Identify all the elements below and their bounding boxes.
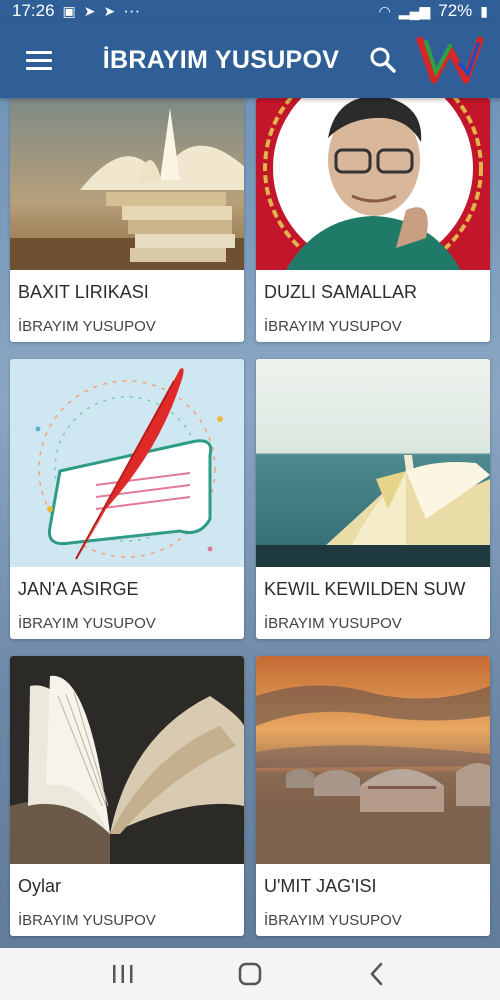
book-author: İBRAYIM YUSUPOV xyxy=(18,615,156,632)
book-card[interactable]: Oylar İBRAYIM YUSUPOV xyxy=(10,656,244,936)
search-button[interactable] xyxy=(358,35,408,85)
book-card[interactable]: KEWIL KEWILDEN SUW İBRAYIM YUSUPOV xyxy=(256,359,490,639)
system-navigation-bar xyxy=(0,948,500,1000)
menu-button[interactable] xyxy=(14,35,64,85)
recents-icon xyxy=(113,965,133,983)
book-title: BAXIT LIRIKASI xyxy=(18,282,149,302)
book-card[interactable]: BAXIT LIRIKASI İBRAYIM YUSUPOV xyxy=(10,98,244,342)
back-icon xyxy=(370,962,382,986)
book-title: JAN'A ASIRGE xyxy=(18,579,139,599)
recents-button[interactable] xyxy=(93,952,153,996)
book-title: Oylar xyxy=(18,876,62,896)
battery-level: 72% xyxy=(438,1,473,20)
yurts-at-sunset-image xyxy=(256,656,490,864)
book-title: DUZLI SAMALLAR xyxy=(264,282,418,302)
hamburger-menu-icon xyxy=(26,50,52,54)
home-button[interactable] xyxy=(220,952,280,996)
hamburger-line xyxy=(26,58,52,62)
author-portrait-image xyxy=(256,98,490,270)
gallery-notification-icon: ▣ xyxy=(62,2,76,19)
book-card[interactable]: DUZLI SAMALLAR İBRAYIM YUSUPOV xyxy=(256,98,490,342)
book-card[interactable]: JAN'A ASIRGE İBRAYIM YUSUPOV xyxy=(10,359,244,639)
book-grid: BAXIT LIRIKASI İBRAYIM YUSUPOV DUZLI SAM… xyxy=(10,98,490,936)
book-title: U'MIT JAG'ISI xyxy=(264,876,377,896)
book-title: KEWIL KEWILDEN SUW xyxy=(264,579,466,599)
w-logo-icon xyxy=(416,36,484,84)
app-bar: İBRAYIM YUSUPOV xyxy=(0,22,500,98)
book-card[interactable]: U'MIT JAG'ISI İBRAYIM YUSUPOV xyxy=(256,656,490,936)
book-author: İBRAYIM YUSUPOV xyxy=(264,318,402,335)
wifi-icon: ◠ xyxy=(378,2,391,19)
status-bar: 17:26 ▣ ➤ ➤ ··· ◠ ▂▄▆ 72% ▮ xyxy=(0,0,500,22)
stacked-open-books-image xyxy=(10,98,244,270)
battery-icon: ▮ xyxy=(480,2,488,19)
book-author: İBRAYIM YUSUPOV xyxy=(18,912,156,929)
home-icon xyxy=(238,962,262,986)
open-book-by-sea-image xyxy=(256,359,490,567)
telegram-notification-icon-2: ➤ xyxy=(103,2,116,19)
search-icon xyxy=(370,47,396,73)
hamburger-line xyxy=(26,66,52,70)
clock: 17:26 xyxy=(12,1,55,20)
more-notifications-indicator: ··· xyxy=(123,1,141,20)
telegram-notification-icon: ➤ xyxy=(83,2,96,19)
page-title: İBRAYIM YUSUPOV xyxy=(102,45,340,74)
signal-icon: ▂▄▆ xyxy=(398,2,431,19)
open-book-closeup-image xyxy=(10,656,244,864)
app-logo-button[interactable] xyxy=(414,32,486,88)
book-author: İBRAYIM YUSUPOV xyxy=(264,912,402,929)
book-author: İBRAYIM YUSUPOV xyxy=(264,615,402,632)
back-button[interactable] xyxy=(347,952,407,996)
quill-and-scroll-image xyxy=(10,359,244,567)
book-author: İBRAYIM YUSUPOV xyxy=(18,318,156,335)
